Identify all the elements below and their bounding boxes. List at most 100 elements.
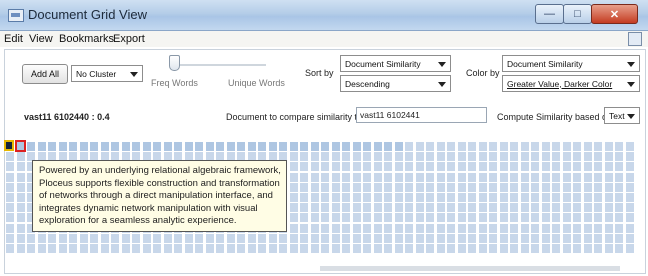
document-cell[interactable] (594, 213, 602, 223)
document-cell[interactable] (352, 244, 361, 253)
document-cell[interactable] (426, 182, 434, 192)
document-cell[interactable] (468, 233, 476, 243)
document-cell[interactable] (331, 182, 340, 192)
document-cell[interactable] (163, 142, 172, 151)
document-cell[interactable] (583, 152, 592, 162)
document-cell[interactable] (300, 213, 308, 223)
document-cell[interactable] (16, 213, 25, 223)
document-cell[interactable] (531, 142, 539, 151)
document-cell[interactable] (331, 152, 340, 162)
document-cell[interactable] (583, 142, 592, 151)
document-cell[interactable] (478, 244, 487, 253)
document-cell[interactable] (289, 244, 298, 253)
document-cell[interactable] (394, 162, 403, 172)
document-cell[interactable] (331, 233, 340, 243)
document-cell[interactable] (625, 233, 634, 243)
document-cell[interactable] (321, 152, 329, 162)
document-cell[interactable] (394, 172, 403, 182)
document-cell[interactable] (468, 142, 476, 151)
document-cell[interactable] (300, 203, 308, 213)
document-cell[interactable] (594, 233, 602, 243)
document-cell[interactable] (426, 244, 434, 253)
document-cell[interactable] (594, 223, 602, 233)
document-cell[interactable] (426, 213, 434, 223)
document-cell[interactable] (499, 223, 508, 233)
document-cell[interactable] (205, 244, 214, 253)
document-cell[interactable] (604, 193, 613, 202)
document-cell[interactable] (300, 244, 308, 253)
document-cell[interactable] (468, 152, 476, 162)
document-cell[interactable] (111, 244, 119, 253)
document-cell[interactable] (457, 152, 466, 162)
document-cell[interactable] (247, 233, 256, 243)
document-cell[interactable] (604, 162, 613, 172)
document-cell[interactable] (48, 142, 56, 151)
document-cell[interactable] (342, 182, 350, 192)
document-cell[interactable] (373, 172, 382, 182)
document-cell[interactable] (405, 213, 413, 223)
document-cell[interactable] (447, 172, 455, 182)
document-cell[interactable] (583, 244, 592, 253)
document-cell[interactable] (531, 152, 539, 162)
document-cell[interactable] (615, 203, 623, 213)
document-cell[interactable] (541, 162, 550, 172)
document-cell[interactable] (132, 244, 140, 253)
document-cell[interactable] (531, 213, 539, 223)
document-cell[interactable] (489, 152, 497, 162)
document-cell[interactable] (373, 213, 382, 223)
document-cell[interactable] (436, 223, 445, 233)
document-cell[interactable] (531, 233, 539, 243)
document-cell[interactable] (258, 142, 266, 151)
document-cell[interactable] (394, 193, 403, 202)
document-cell[interactable] (289, 142, 298, 151)
document-cell[interactable] (615, 233, 623, 243)
document-cell[interactable] (499, 233, 508, 243)
document-cell[interactable] (531, 203, 539, 213)
color-metric-select[interactable]: Document Similarity (502, 55, 640, 72)
document-cell[interactable] (279, 244, 287, 253)
document-cell[interactable] (16, 233, 25, 243)
document-cell[interactable] (142, 233, 151, 243)
document-cell[interactable] (247, 142, 256, 151)
document-cell[interactable] (342, 223, 350, 233)
document-cell[interactable] (531, 193, 539, 202)
minimize-button[interactable]: — (535, 4, 564, 24)
document-cell[interactable] (310, 193, 319, 202)
document-cell[interactable] (121, 233, 130, 243)
document-cell[interactable] (310, 162, 319, 172)
document-cell[interactable] (405, 172, 413, 182)
document-cell[interactable] (615, 223, 623, 233)
document-cell[interactable] (625, 152, 634, 162)
document-cell[interactable] (426, 152, 434, 162)
document-cell[interactable] (625, 193, 634, 202)
document-cell[interactable] (352, 203, 361, 213)
document-cell[interactable] (415, 162, 424, 172)
document-cell[interactable] (478, 172, 487, 182)
document-cell[interactable] (541, 203, 550, 213)
document-cell[interactable] (394, 233, 403, 243)
sort-order-select[interactable]: Descending (340, 75, 451, 92)
document-cell[interactable] (205, 142, 214, 151)
document-cell[interactable] (520, 162, 529, 172)
document-cell[interactable] (573, 162, 581, 172)
document-cell[interactable] (6, 213, 14, 223)
document-cell[interactable] (520, 152, 529, 162)
document-cell[interactable] (531, 172, 539, 182)
document-cell[interactable] (499, 203, 508, 213)
document-cell[interactable] (552, 152, 560, 162)
document-cell[interactable] (289, 162, 298, 172)
document-cell[interactable] (258, 244, 266, 253)
document-cell[interactable] (468, 213, 476, 223)
document-cell[interactable] (552, 244, 560, 253)
menu-bookmarks[interactable]: Bookmarks (59, 33, 114, 45)
document-cell[interactable] (478, 213, 487, 223)
document-cell[interactable] (184, 244, 193, 253)
document-cell[interactable] (321, 233, 329, 243)
document-cell[interactable] (321, 172, 329, 182)
document-cell[interactable] (300, 182, 308, 192)
document-cell[interactable] (594, 142, 602, 151)
document-cell[interactable] (268, 233, 277, 243)
document-cell[interactable] (373, 152, 382, 162)
document-cell[interactable] (468, 193, 476, 202)
document-cell[interactable] (562, 162, 571, 172)
